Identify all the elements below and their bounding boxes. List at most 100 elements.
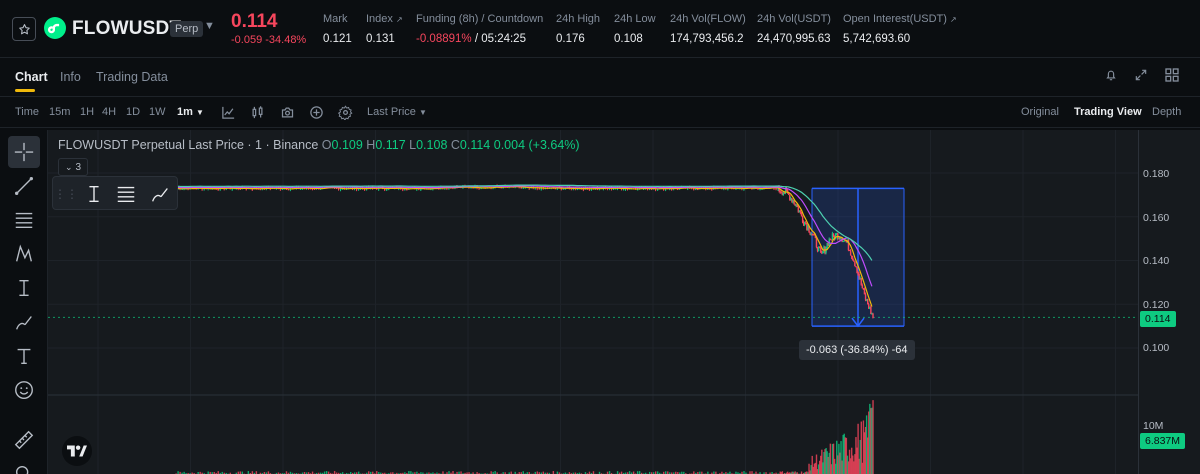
legend-high: 0.117 [375, 138, 406, 152]
drawing-toolbar [0, 130, 48, 474]
volume-tag: 6.837M [1140, 433, 1186, 449]
trend-line-tool[interactable] [8, 170, 40, 202]
stat-value: 174,793,456.2 [670, 33, 744, 45]
view-trading-view[interactable]: Trading View [1074, 106, 1142, 118]
stat-value: 24,470,995.63 [757, 33, 831, 45]
ma-line-short [175, 185, 873, 307]
flow-logo-icon [48, 23, 60, 34]
indicators-icon[interactable] [221, 105, 236, 120]
stat-value: 0.121 [323, 33, 352, 45]
view-depth[interactable]: Depth [1152, 106, 1181, 118]
bell-icon[interactable] [1104, 68, 1118, 82]
interval-15m[interactable]: 15m [49, 106, 70, 118]
candle-body [287, 189, 290, 191]
stat-label: 24h Low [614, 13, 656, 25]
trend-line-icon [15, 177, 33, 195]
candle-body [281, 189, 284, 191]
candle-body [861, 284, 864, 289]
candle-body [406, 189, 408, 191]
camera-icon[interactable] [280, 105, 295, 120]
layout-grid-icon[interactable] [1164, 67, 1180, 83]
ruler-icon [14, 430, 34, 450]
candle-body [849, 250, 852, 256]
current-price-tag: 0.114 [1140, 311, 1176, 327]
fib-tool[interactable] [8, 204, 40, 236]
settings-icon[interactable] [338, 105, 353, 120]
candle-body [313, 188, 316, 190]
time-label: Time [15, 106, 40, 118]
candle-body [239, 188, 242, 190]
stat-24h-vol-usdt: 24h Vol(USDT) 24,470,995.63 [757, 13, 831, 45]
expand-icon[interactable] [1134, 68, 1148, 82]
axis-tick: 0.160 [1143, 212, 1170, 224]
float-lines-tool[interactable] [115, 183, 137, 205]
tab-chart[interactable]: Chart [15, 70, 48, 84]
interval-1w[interactable]: 1W [149, 106, 166, 118]
perp-badge: Perp [170, 21, 204, 37]
candle-body [478, 188, 480, 190]
indicator-collapse-button[interactable]: ⌄ 3 [58, 158, 88, 176]
tab-info[interactable]: Info [60, 70, 81, 84]
stat-value: -0.08891% / 05:24:25 [416, 33, 526, 45]
chart-toolbar: Time 15m 1H 4H 1D 1W 1m ▼ Last Price ▼ O… [0, 96, 1200, 128]
legend-change: 0.004 (+3.64%) [493, 138, 580, 152]
active-tab-indicator [15, 89, 35, 92]
symbol-dropdown-icon[interactable]: ▼ [204, 20, 215, 32]
emoji-tool[interactable] [8, 374, 40, 406]
candle-type-icon[interactable] [250, 105, 265, 120]
floating-drawing-toolbar: ⋮⋮ [52, 176, 178, 210]
stat-label: Funding (8h) / Countdown [416, 13, 544, 25]
pattern-tool[interactable] [8, 238, 40, 270]
price-type-select[interactable]: Last Price ▼ [367, 106, 427, 118]
external-link-icon[interactable]: ↗ [396, 15, 403, 24]
interval-4h[interactable]: 4H [102, 106, 116, 118]
interval-1d[interactable]: 1D [126, 106, 140, 118]
legend-low: 0.108 [416, 138, 448, 152]
tv-mark [67, 445, 87, 457]
measure-icon [19, 279, 29, 297]
caret-down-icon: ▼ [418, 108, 427, 117]
add-circle-icon[interactable] [309, 105, 324, 120]
measure-icon [89, 185, 99, 203]
external-link-icon[interactable]: ↗ [950, 15, 957, 24]
candle-body [854, 261, 856, 267]
candle-body [538, 188, 541, 190]
stat-value: 0.176 [556, 33, 585, 45]
zoom-tool[interactable] [8, 458, 40, 474]
ruler-tool[interactable] [8, 424, 40, 456]
horizontal-lines-icon [15, 212, 33, 229]
candle-body [636, 189, 639, 191]
tradingview-logo-icon[interactable] [62, 436, 92, 466]
stat-value: 0.131 [366, 33, 395, 45]
tab-trading-data[interactable]: Trading Data [96, 70, 168, 84]
ma-line-mid [175, 185, 873, 287]
stat-index: Index ↗ 0.131 [366, 13, 403, 45]
measure-tool[interactable] [8, 272, 40, 304]
candle-body [520, 187, 522, 189]
drag-handle-icon[interactable]: ⋮⋮ [54, 183, 78, 205]
chart-legend: FLOWUSDT Perpetual Last Price · 1 · Bina… [58, 138, 580, 152]
interval-selected[interactable]: 1m ▼ [177, 106, 204, 118]
smiley-icon [15, 381, 33, 399]
legend-open: 0.109 [331, 138, 363, 152]
star-icon [18, 23, 30, 34]
candle-body [657, 189, 659, 191]
interval-1h[interactable]: 1H [80, 106, 94, 118]
text-tool[interactable] [8, 340, 40, 372]
stat-mark: Mark 0.121 [323, 13, 352, 45]
measure-tooltip: -0.063 (-36.84%) -64 [799, 340, 915, 360]
price-axis[interactable]: 0.180 0.160 0.140 0.120 0.100 0.114 10M … [1138, 130, 1200, 474]
candle-body [402, 189, 404, 191]
crosshair-tool[interactable] [8, 136, 40, 168]
price-chart[interactable] [48, 130, 1138, 474]
axis-tick: 0.140 [1143, 255, 1170, 267]
favorite-star-button[interactable] [12, 17, 36, 41]
stat-open-interest: Open Interest(USDT) ↗ 5,742,693.60 [843, 13, 957, 45]
float-measure-tool[interactable] [83, 183, 105, 205]
float-brush-tool[interactable] [149, 183, 171, 205]
brush-tool[interactable] [8, 306, 40, 338]
candle-body [697, 189, 699, 191]
chart-tabs: Chart Info Trading Data [0, 58, 1200, 94]
symbol-name[interactable]: FLOWUSDT [72, 18, 181, 40]
view-original[interactable]: Original [1021, 106, 1059, 118]
